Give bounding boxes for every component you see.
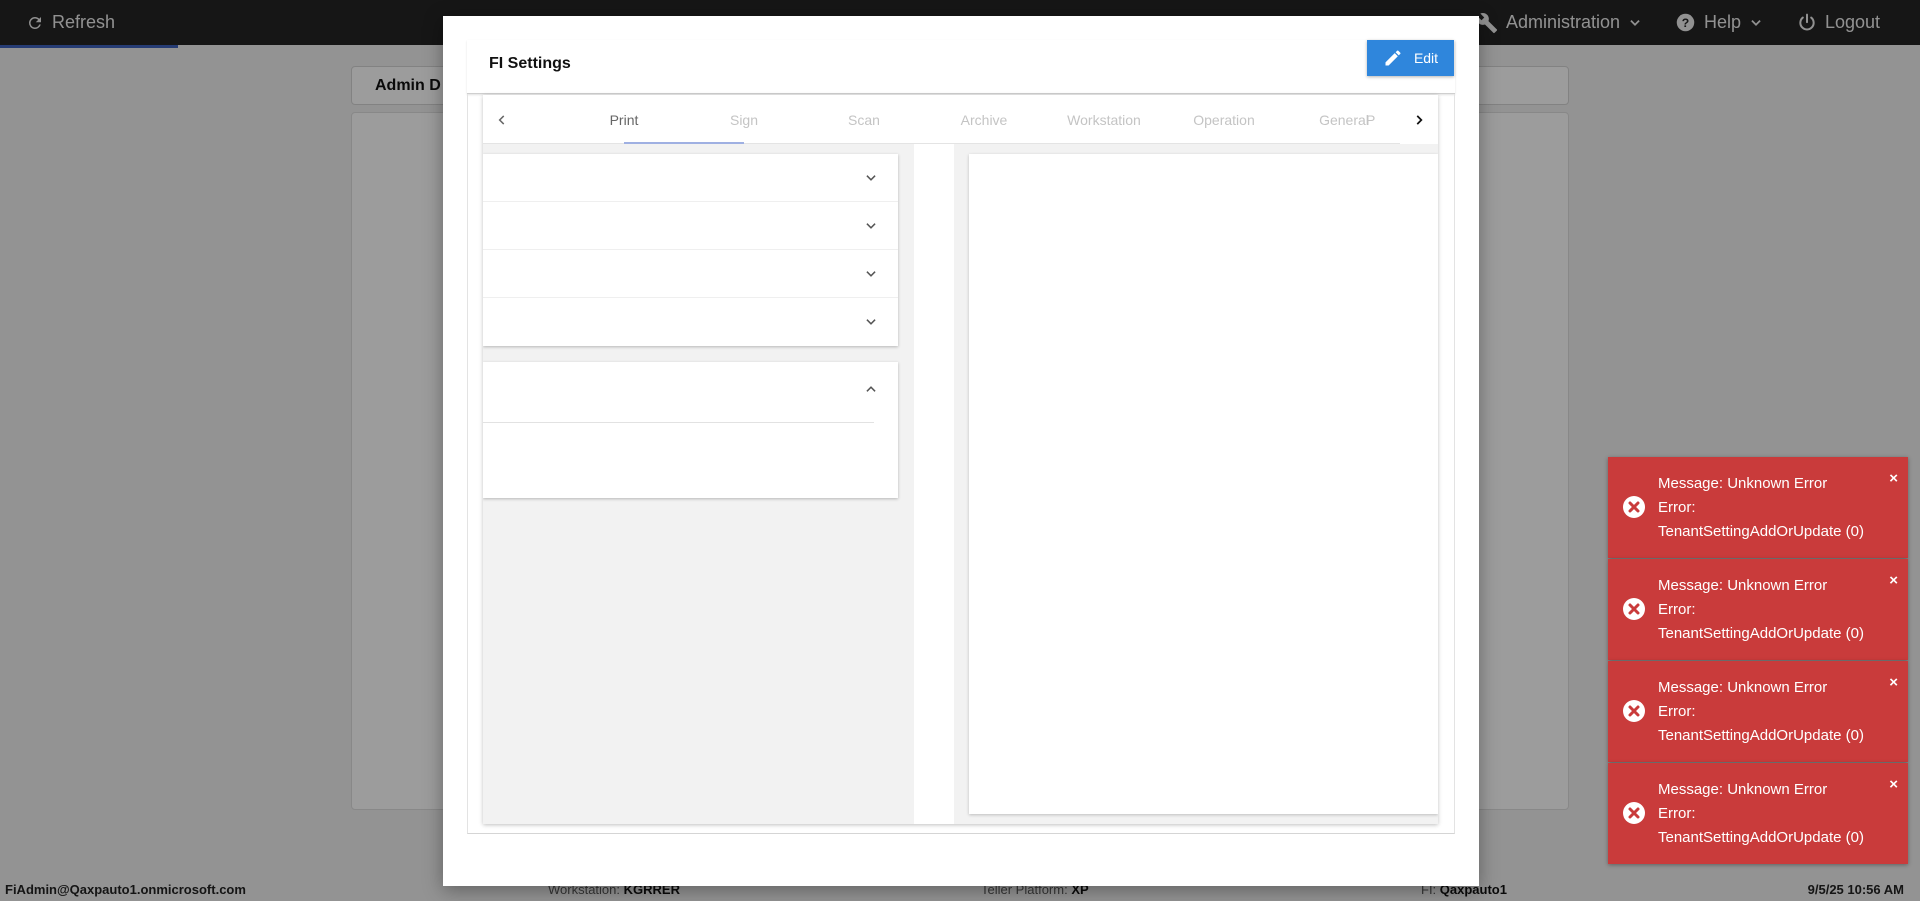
error-toast: Message: Unknown Error Error: TenantSett… [1608, 763, 1908, 864]
error-icon [1623, 496, 1645, 518]
chevron-down-icon [866, 271, 876, 277]
chevron-right-icon [1416, 114, 1423, 125]
tab-scroll-right-button[interactable] [1400, 95, 1438, 144]
accordion-item[interactable] [483, 202, 898, 250]
toast-error-label: Error: [1658, 703, 1696, 720]
accordion-item[interactable] [483, 154, 898, 202]
tab-strip: Print Sign Scan Archive Workstation Oper… [521, 95, 1400, 144]
column-separator [914, 144, 954, 824]
settings-tab-bar: Print Sign Scan Archive Workstation Oper… [483, 95, 1438, 144]
toast-error-detail: TenantSettingAddOrUpdate (0) [1658, 523, 1864, 540]
settings-accordion [483, 154, 898, 346]
toast-message: Message: Unknown Error Error: TenantSett… [1658, 676, 1888, 748]
toast-message: Message: Unknown Error Error: TenantSett… [1658, 574, 1888, 646]
toast-error-detail: TenantSettingAddOrUpdate (0) [1658, 625, 1864, 642]
toast-error-label: Error: [1658, 601, 1696, 618]
error-icon [1623, 700, 1645, 722]
chevron-left-icon [498, 114, 505, 125]
dialog-header: FI Settings Edit [467, 40, 1455, 94]
error-icon [1623, 598, 1645, 620]
expanded-accordion-item[interactable] [483, 362, 898, 498]
error-toast: Message: Unknown Error Error: TenantSett… [1608, 457, 1908, 558]
close-icon[interactable]: × [1889, 470, 1898, 487]
toast-error-detail: TenantSettingAddOrUpdate (0) [1658, 829, 1864, 846]
close-icon[interactable]: × [1889, 674, 1898, 691]
tab-partial[interactable]: P [1361, 95, 1400, 144]
tab-workstation[interactable]: Workstation [1044, 95, 1164, 144]
toast-message-line: Message: Unknown Error [1658, 679, 1828, 696]
edit-button[interactable]: Edit [1367, 40, 1454, 76]
tab-sign[interactable]: Sign [684, 95, 804, 144]
tab-print[interactable]: Print [564, 95, 684, 144]
toast-message: Message: Unknown Error Error: TenantSett… [1658, 472, 1888, 544]
tab-archive[interactable]: Archive [924, 95, 1044, 144]
tab-operation[interactable]: Operation [1164, 95, 1284, 144]
toast-error-label: Error: [1658, 805, 1696, 822]
toast-error-label: Error: [1658, 499, 1696, 516]
chevron-down-icon [866, 319, 876, 325]
chevron-up-icon [866, 386, 876, 392]
accordion-item[interactable] [483, 250, 898, 298]
toast-error-detail: TenantSettingAddOrUpdate (0) [1658, 727, 1864, 744]
divider [483, 422, 874, 423]
error-toast: Message: Unknown Error Error: TenantSett… [1608, 559, 1908, 660]
toast-message-line: Message: Unknown Error [1658, 781, 1828, 798]
fi-settings-dialog: FI Settings Edit Print Sign Scan Archive… [443, 16, 1479, 886]
error-icon [1623, 802, 1645, 824]
pencil-icon [1385, 50, 1401, 66]
dialog-title: FI Settings [489, 55, 571, 72]
settings-detail-card [969, 154, 1438, 814]
chevron-down-icon [866, 223, 876, 229]
close-icon[interactable]: × [1889, 572, 1898, 589]
error-toast: Message: Unknown Error Error: TenantSett… [1608, 661, 1908, 762]
tab-scroll-left-button[interactable] [483, 95, 521, 144]
toast-message: Message: Unknown Error Error: TenantSett… [1658, 778, 1888, 850]
accordion-item[interactable] [483, 298, 898, 346]
chevron-down-icon [866, 175, 876, 181]
toast-message-line: Message: Unknown Error [1658, 577, 1828, 594]
active-tab-indicator [624, 142, 744, 144]
settings-panel: Print Sign Scan Archive Workstation Oper… [483, 95, 1438, 824]
toast-message-line: Message: Unknown Error [1658, 475, 1828, 492]
tab-scan[interactable]: Scan [804, 95, 924, 144]
close-icon[interactable]: × [1889, 776, 1898, 793]
edit-label: Edit [1413, 50, 1439, 66]
